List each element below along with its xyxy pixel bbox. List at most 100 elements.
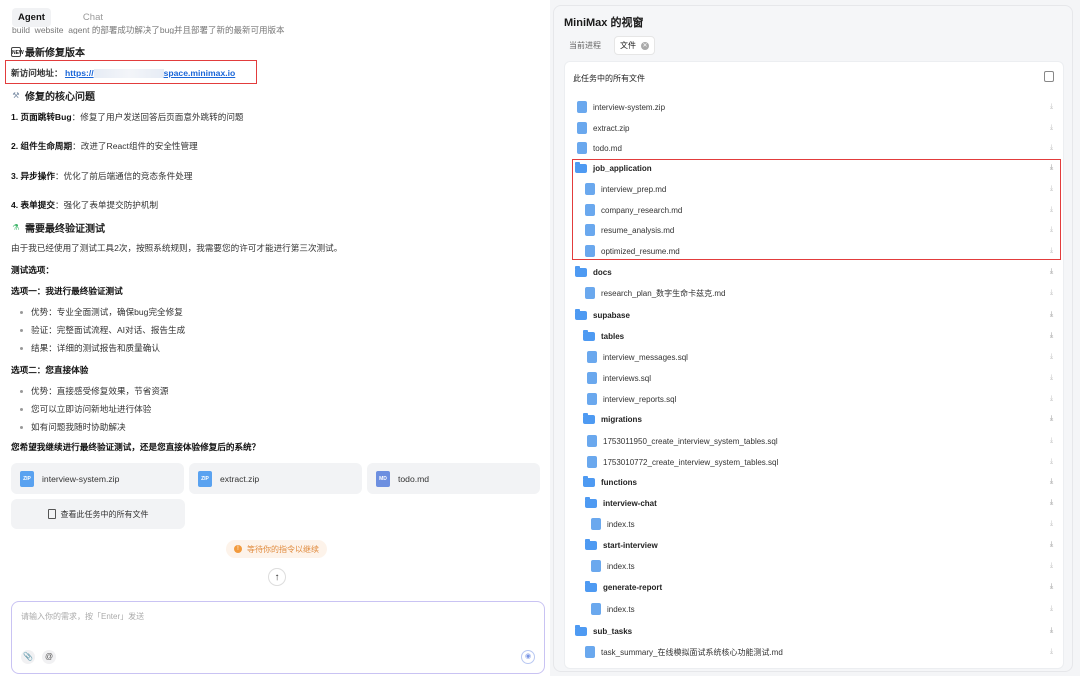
download-icon[interactable]: ⤓ [1048,289,1055,297]
download-icon[interactable]: ⤓ [1048,541,1055,549]
folder-name: supabase [593,310,630,320]
file-icon [587,456,597,468]
list-item: 优势：直接感受修复效果，节省资源 [20,385,169,397]
file-row[interactable]: interviews.sql ⤓ [565,368,1065,388]
folder-row[interactable]: docs ⤓ [565,262,1065,282]
download-icon[interactable]: ⤓ [1048,520,1055,528]
folder-name: docs [593,267,612,277]
folder-icon [585,538,597,550]
fix-title: 1. 页面跳转Bug [11,112,72,122]
download-icon[interactable]: ⤓ [1048,311,1055,319]
download-icon[interactable]: ⤓ [1048,332,1055,340]
file-row[interactable]: interview_reports.sql ⤓ [565,389,1065,409]
bullet-dot [20,425,23,429]
download-icon[interactable]: ⤓ [1048,478,1055,486]
md-file-icon: MD [376,470,390,487]
folder-row[interactable]: interview-chat ⤓ [565,493,1065,513]
option2-title: 选项二：您直接体验 [11,365,89,375]
download-icon[interactable]: ⤓ [1048,124,1055,132]
option1-title: 选项一：我进行最终验证测试 [11,286,123,296]
tab-current-process[interactable]: 当前进程 [564,37,606,54]
download-icon[interactable]: ⤓ [1048,103,1055,111]
view-all-files-button[interactable]: 查看此任务中的所有文件 [11,499,185,529]
fix-item: 3. 异步操作：优化了前后端通信的竞态条件处理 [11,170,192,182]
download-icon[interactable]: ⤓ [1048,458,1055,466]
file-row[interactable]: extract.zip ⤓ [565,118,1065,138]
list-item: 您可以立即访问新地址进行体验 [20,403,151,415]
file-icon [587,351,597,363]
folder-icon [583,475,595,487]
download-icon[interactable]: ⤓ [1048,605,1055,613]
heading-final-test: ⚗ 需要最终验证测试 [11,220,105,236]
zip-file-icon: ZIP [20,470,34,487]
file-row[interactable]: todo.md ⤓ [565,138,1065,158]
folder-row[interactable]: sub_tasks ⤓ [565,621,1065,641]
file-card[interactable]: MD todo.md [367,463,540,494]
download-icon[interactable]: ⤓ [1048,627,1055,635]
question-text: 您希望我继续进行最终验证测试，还是您直接体验修复后的系统？ [11,442,261,452]
new-url-line: 新访问地址： https:// space.minimax.io [11,67,235,79]
file-card[interactable]: ZIP interview-system.zip [11,463,184,494]
view-all-files-label: 查看此任务中的所有文件 [60,509,149,519]
download-icon[interactable]: ⤓ [1048,648,1055,656]
download-icon[interactable]: ⤓ [1048,415,1055,423]
file-card[interactable]: ZIP extract.zip [189,463,362,494]
file-row[interactable]: index.ts ⤓ [565,556,1065,576]
folder-row[interactable]: start-interview ⤓ [565,535,1065,555]
download-icon[interactable]: ⤓ [1048,562,1055,570]
download-icon[interactable]: ⤓ [1048,268,1055,276]
new-badge-icon: NEW [11,46,24,57]
folder-row[interactable]: tables ⤓ [565,326,1065,346]
scroll-up-button[interactable]: ↑ [268,568,286,586]
bullet-dot [20,346,23,350]
folder-name: start-interview [603,540,658,550]
paperclip-icon[interactable]: 📎 [21,650,35,664]
fix-desc: ：改进了React组件的安全性管理 [72,141,198,151]
folder-name: migrations [601,414,642,424]
file-name: index.ts [607,561,635,571]
list-text: 优势：专业全面测试，确保bug完全修复 [31,307,183,317]
file-row[interactable]: research_plan_数字生命卡兹克.md ⤓ [565,283,1065,303]
download-icon[interactable]: ⤓ [1048,499,1055,507]
file-row[interactable]: 1753010772_create_interview_system_table… [565,452,1065,472]
send-icon[interactable]: ◉ [521,650,535,664]
file-tree-heading: 此任务中的所有文件 [573,74,645,83]
folder-row[interactable]: migrations ⤓ [565,409,1065,429]
list-text: 如有问题我随时协助解决 [31,422,126,432]
file-name: 1753011950_create_interview_system_table… [603,436,778,446]
file-icon [587,372,597,384]
file-row[interactable]: index.ts ⤓ [565,599,1065,619]
file-row[interactable]: interview_messages.sql ⤓ [565,347,1065,367]
intro-text: 由于我已经使用了测试工具2次，按照系统规则，我需要您的许可才能进行第三次测试。 [11,243,343,253]
file-row[interactable]: index.ts ⤓ [565,514,1065,534]
bullet-dot [20,389,23,393]
folder-name: sub_tasks [593,626,633,636]
chat-input[interactable] [21,611,521,631]
tab-files[interactable]: 文件 ✕ [614,36,655,55]
highlight-box [572,159,1061,260]
file-icon [587,435,597,447]
file-row[interactable]: interview-system.zip ⤓ [565,97,1065,117]
download-icon[interactable]: ⤓ [1048,583,1055,591]
file-icon [587,393,597,405]
folder-row[interactable]: generate-report ⤓ [565,577,1065,597]
file-icon [591,603,601,615]
close-icon[interactable]: ✕ [641,41,649,50]
file-row[interactable]: task_summary_在线模拟面试系统核心功能测试.md ⤓ [565,642,1065,662]
list-text: 您可以立即访问新地址进行体验 [31,404,152,414]
folder-row[interactable]: supabase ⤓ [565,305,1065,325]
new-url-link[interactable]: https:// space.minimax.io [65,68,235,79]
download-icon[interactable]: ⤓ [1048,437,1055,445]
folder-icon [575,308,587,320]
download-icon[interactable]: ⤓ [1048,374,1055,382]
download-icon[interactable]: ⤓ [1048,144,1055,152]
download-icon[interactable]: ⤓ [1048,353,1055,361]
folder-row[interactable]: functions ⤓ [565,472,1065,492]
mention-icon[interactable]: @ [42,650,56,664]
file-row[interactable]: 1753011950_create_interview_system_table… [565,431,1065,451]
file-card-name: todo.md [398,473,430,484]
file-icon [585,646,595,658]
copy-icon[interactable] [1044,71,1054,82]
download-icon[interactable]: ⤓ [1048,395,1055,403]
waiting-badge: ! 等待你的指令以继续 [226,540,327,558]
